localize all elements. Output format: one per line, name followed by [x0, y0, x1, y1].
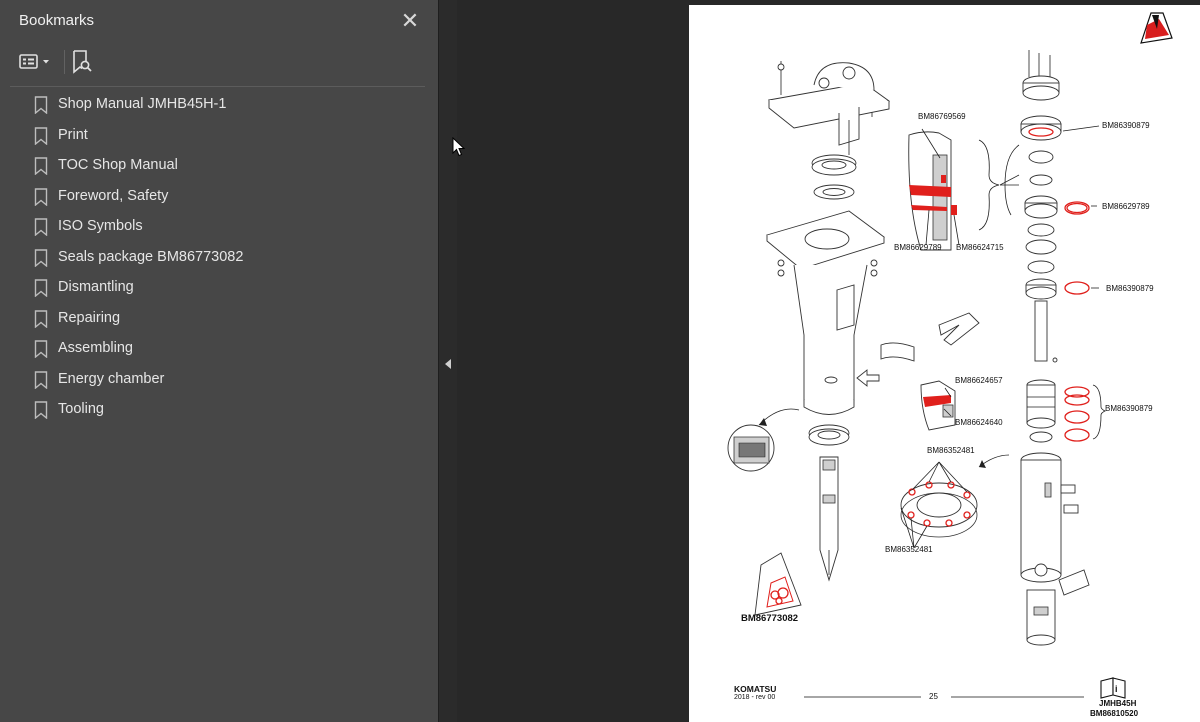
svg-text:i: i	[1115, 684, 1118, 694]
bookmark-icon	[34, 401, 48, 419]
detail-callout	[727, 408, 800, 472]
bookmarks-panel: Bookmarks ✕ Shop Manual JMHB45H-1 Print …	[0, 0, 438, 722]
bookmark-icon	[34, 340, 48, 358]
bookmark-icon	[34, 187, 48, 206]
collapse-panel-arrow-icon[interactable]	[444, 358, 452, 370]
bookmark-label: Tooling	[58, 401, 104, 417]
close-panel-button[interactable]: ✕	[400, 10, 420, 32]
bookmark-icon	[34, 279, 48, 297]
bookmark-label: ISO Symbols	[58, 218, 143, 234]
bookmark-item[interactable]: Repairing	[0, 304, 438, 335]
toolbar-divider	[64, 50, 65, 74]
footer-brand: KOMATSU	[734, 684, 777, 694]
bookmark-icon	[34, 248, 48, 267]
bookmark-label: Seals package BM86773082	[58, 248, 244, 265]
label-bm86624715: BM86624715	[956, 243, 1004, 252]
panel-title: Bookmarks	[19, 12, 95, 29]
warning-logo-icon	[1140, 12, 1173, 44]
label-bm86390879-mid: BM86390879	[1106, 284, 1154, 293]
exploded-parts-diagram: BM86773082 BM86769569 BM86629789 BM86624…	[727, 12, 1173, 699]
lower-bushing	[808, 424, 850, 446]
bookmark-label: TOC Shop Manual	[58, 157, 178, 173]
list-options-icon	[19, 54, 49, 69]
upper-bushing	[811, 154, 857, 200]
manual-book-icon: i	[1100, 677, 1126, 699]
bookmark-label: Shop Manual JMHB45H-1	[58, 96, 227, 112]
label-bm86624657: BM86624657	[955, 376, 1003, 385]
cylinder-flange	[900, 454, 1010, 549]
half-bushing	[880, 342, 915, 362]
label-bm86352481-bottom: BM86352481	[885, 545, 933, 554]
bookmarks-toolbar	[10, 40, 425, 87]
bookmark-icon	[34, 309, 48, 328]
bookmark-item[interactable]: Dismantling	[0, 273, 438, 304]
bookmark-icon	[34, 126, 48, 145]
mouse-pointer-icon	[452, 137, 466, 157]
bookmark-icon	[34, 157, 48, 175]
lower-housing	[793, 264, 868, 415]
document-page: BM86773082 BM86769569 BM86629789 BM86624…	[689, 5, 1200, 722]
bookmark-item[interactable]: Tooling	[0, 395, 438, 426]
cylinder-stack	[1020, 50, 1090, 646]
bookmark-item[interactable]: Assembling	[0, 334, 438, 365]
bookmark-icon	[34, 96, 48, 114]
bookmark-icon	[34, 370, 48, 389]
bookmark-item[interactable]: Energy chamber	[0, 365, 438, 396]
label-bm86629789-left: BM86629789	[894, 243, 942, 252]
bookmark-list: Shop Manual JMHB45H-1 Print TOC Shop Man…	[0, 90, 438, 426]
panel-resize-handle[interactable]	[438, 0, 457, 722]
chevron-down-icon	[43, 60, 49, 64]
seal-package-label: BM86773082	[741, 613, 798, 624]
bookmark-label: Energy chamber	[58, 370, 165, 387]
label-bm86629789-right: BM86629789	[1102, 202, 1150, 211]
bookmark-item[interactable]: Shop Manual JMHB45H-1	[0, 90, 438, 121]
label-bm86769569: BM86769569	[918, 112, 966, 121]
bookmark-search-icon	[73, 50, 92, 74]
bookmark-label: Dismantling	[58, 279, 134, 295]
bookmark-item[interactable]: TOC Shop Manual	[0, 151, 438, 182]
bracket-assembly	[767, 61, 891, 155]
footer-document-code: BM86810520	[1090, 709, 1139, 718]
bookmark-item[interactable]: Seals package BM86773082	[0, 243, 438, 274]
bookmark-item[interactable]: ISO Symbols	[0, 212, 438, 243]
footer-revision: 2018 - rev 00	[734, 694, 776, 701]
label-bm86624640: BM86624640	[955, 418, 1003, 427]
footer-model: JMHB45H	[1099, 699, 1137, 708]
find-current-bookmark-button[interactable]	[70, 48, 94, 76]
label-bm86352481-top: BM86352481	[927, 446, 975, 455]
bookmark-options-button[interactable]	[18, 48, 54, 76]
seal-package-bag	[754, 552, 802, 616]
label-bm86390879-top: BM86390879	[1102, 121, 1150, 130]
tool-chisel	[819, 456, 839, 582]
upper-seal-detail	[908, 128, 1020, 251]
arrow-indicator	[856, 369, 880, 387]
bookmark-label: Print	[58, 126, 88, 143]
bookmark-label: Foreword, Safety	[58, 187, 169, 204]
bookmark-label: Repairing	[58, 309, 121, 326]
footer-page-number: 25	[929, 692, 938, 701]
bookmark-item[interactable]: Print	[0, 121, 438, 152]
retaining-clip	[938, 312, 980, 346]
bookmark-icon	[34, 218, 48, 236]
bookmark-label: Assembling	[58, 340, 133, 356]
label-bm86390879-bottom: BM86390879	[1105, 404, 1153, 413]
lower-seal-detail	[920, 380, 956, 431]
bookmark-item[interactable]: Foreword, Safety	[0, 182, 438, 213]
